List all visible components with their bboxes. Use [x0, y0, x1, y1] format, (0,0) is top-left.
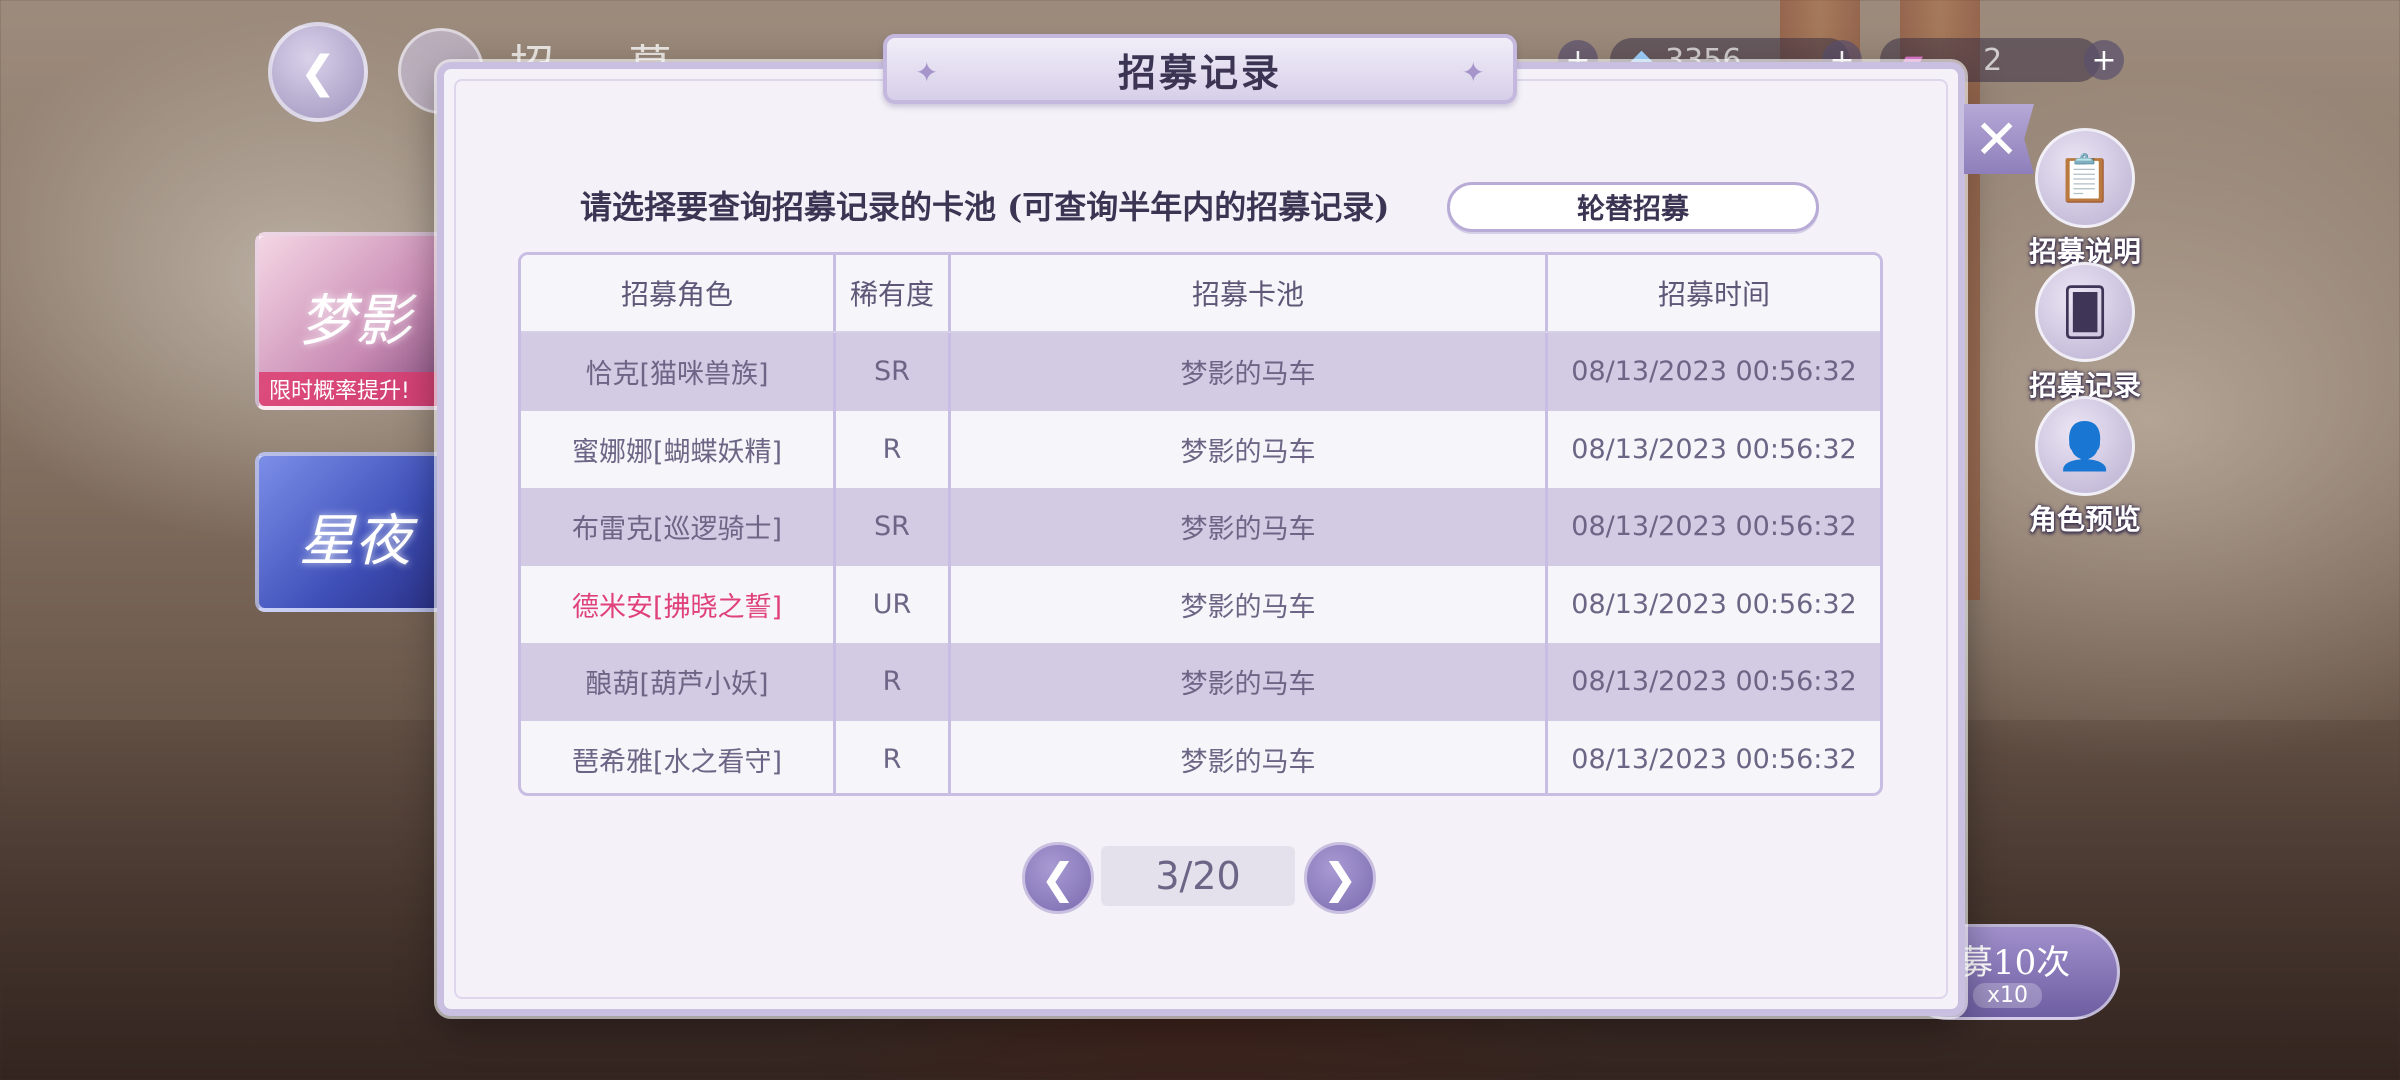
- sparkle-icon: ✦: [1461, 56, 1485, 89]
- pool-cell: 梦影的马车: [951, 333, 1548, 411]
- close-icon: ✕: [1974, 107, 2020, 171]
- character-cell: 布雷克[巡逻骑士]: [521, 488, 836, 566]
- sparkle-icon: ✦: [915, 56, 939, 89]
- banner-tag: 限时概率提升!: [259, 372, 451, 406]
- pool-select-prompt: 请选择要查询招募记录的卡池 (可查询半年内的招募记录): [580, 188, 1390, 226]
- table-row: 德米安[拂晓之誓] UR 梦影的马车 08/13/2023 00:56:32: [521, 565, 1880, 643]
- close-modal-button[interactable]: ✕: [1964, 104, 2034, 174]
- time-cell: 08/13/2023 00:56:32: [1571, 511, 1857, 543]
- rarity-cell: SR: [836, 488, 951, 566]
- rarity-cell: R: [836, 720, 951, 793]
- time-cell: 08/13/2023 00:56:32: [1571, 433, 1857, 465]
- person-icon: 👤: [2035, 396, 2135, 496]
- recruit-10-cost: x10: [1973, 983, 2043, 1008]
- pool-cell: 梦影的马车: [951, 488, 1548, 566]
- recruit-10-label: 募10次: [1959, 943, 2071, 983]
- rarity-cell: SR: [836, 333, 951, 411]
- banner-title: 星夜: [299, 509, 411, 574]
- table-row: 布雷克[巡逻骑士] SR 梦影的马车 08/13/2023 00:56:32: [521, 488, 1880, 566]
- character-cell: 琶希雅[水之看守]: [521, 720, 836, 793]
- currency-2-value: 2: [1983, 42, 2003, 78]
- back-arrow-icon: ❮: [299, 46, 337, 98]
- chevron-right-icon: ❯: [1322, 853, 1358, 903]
- rarity-cell: R: [836, 643, 951, 721]
- table-row: 蜜娜娜[蝴蝶妖精] R 梦影的马车 08/13/2023 00:56:32: [521, 410, 1880, 488]
- prev-page-button[interactable]: ❮: [1022, 842, 1094, 914]
- pool-cell: 梦影的马车: [951, 643, 1548, 721]
- column-header: 稀有度: [836, 255, 951, 331]
- side-menu-records[interactable]: 🂠 招募记录: [2020, 262, 2150, 404]
- pool-select-dropdown[interactable]: 轮替招募: [1447, 182, 1819, 232]
- column-header: 招募卡池: [951, 255, 1548, 331]
- pool-cell: 梦影的马车: [951, 410, 1548, 488]
- table-header: 招募角色 稀有度 招募卡池 招募时间: [521, 255, 1880, 333]
- time-cell: 08/13/2023 00:56:32: [1571, 356, 1857, 388]
- time-cell: 08/13/2023 00:56:32: [1571, 666, 1857, 698]
- side-menu-preview-label: 角色预览: [2028, 503, 2141, 536]
- time-cell: 08/13/2023 00:56:32: [1571, 588, 1857, 620]
- table-row: 琶希雅[水之看守] R 梦影的马车 08/13/2023 00:56:32: [521, 720, 1880, 793]
- banner-starry-night[interactable]: 星夜: [255, 452, 455, 612]
- rarity-cell: UR: [836, 565, 951, 643]
- rarity-cell: R: [836, 410, 951, 488]
- back-button[interactable]: ❮: [268, 22, 368, 122]
- pool-cell: 梦影的马车: [951, 565, 1548, 643]
- character-cell: 德米安[拂晓之誓]: [521, 565, 836, 643]
- column-header: 招募时间: [1657, 278, 1770, 311]
- record-table: 招募角色 稀有度 招募卡池 招募时间 恰克[猫咪兽族] SR 梦影的马车 08/…: [518, 252, 1883, 796]
- modal-title: 招募记录: [1117, 49, 1282, 95]
- character-cell: 蜜娜娜[蝴蝶妖精]: [521, 410, 836, 488]
- cards-icon: 🂠: [2035, 262, 2135, 362]
- page-indicator: 3/20: [1101, 846, 1295, 906]
- banner-title: 梦影: [299, 289, 411, 354]
- table-row: 酿葫[葫芦小妖] R 梦影的马车 08/13/2023 00:56:32: [521, 643, 1880, 721]
- table-row: 恰克[猫咪兽族] SR 梦影的马车 08/13/2023 00:56:32: [521, 333, 1880, 411]
- time-cell: 08/13/2023 00:56:32: [1571, 743, 1857, 775]
- modal-title-plate: ✦ 招募记录 ✦: [883, 34, 1517, 104]
- character-cell: 恰克[猫咪兽族]: [521, 333, 836, 411]
- add-currency-2-plus[interactable]: +: [2084, 40, 2124, 80]
- side-menu-preview[interactable]: 👤 角色预览: [2020, 396, 2150, 538]
- clipboard-icon: 📋: [2035, 128, 2135, 228]
- pool-cell: 梦影的马车: [951, 720, 1548, 793]
- banner-limited[interactable]: 梦影 限时概率提升!: [255, 232, 455, 410]
- side-menu-rules[interactable]: 📋 招募说明: [2020, 128, 2150, 270]
- character-cell: 酿葫[葫芦小妖]: [521, 643, 836, 721]
- chevron-left-icon: ❮: [1040, 853, 1076, 903]
- next-page-button[interactable]: ❯: [1304, 842, 1376, 914]
- column-header: 招募角色: [521, 255, 836, 331]
